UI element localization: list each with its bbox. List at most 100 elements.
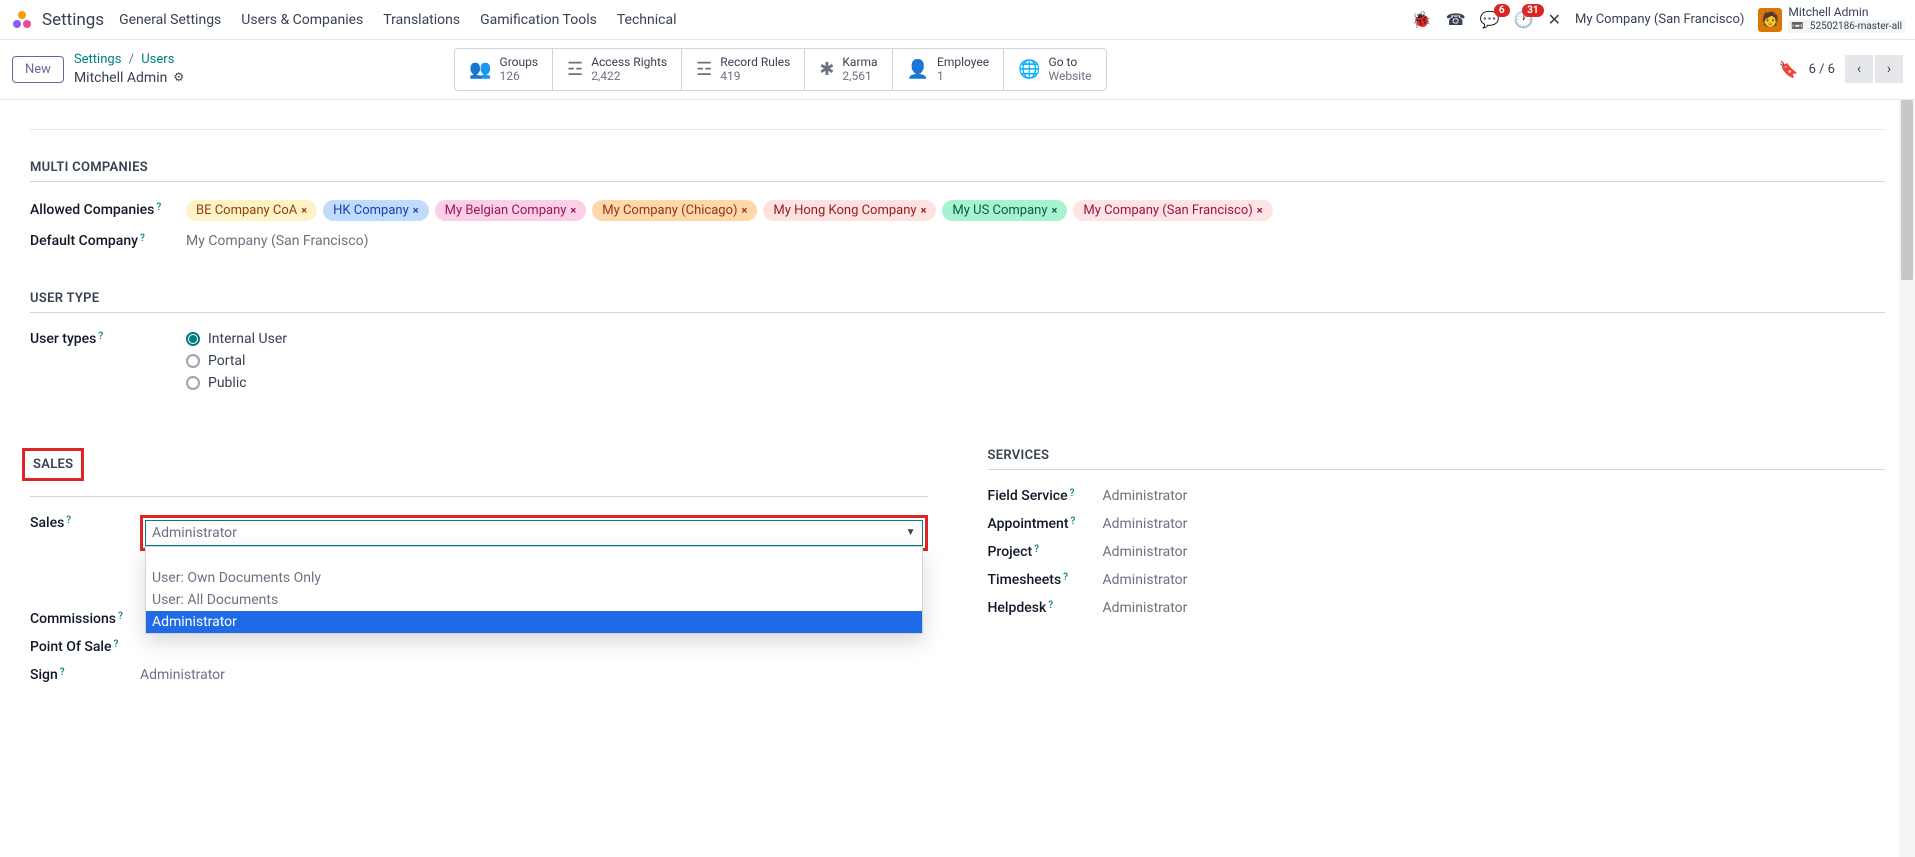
company-tag[interactable]: HK Company × (323, 200, 428, 221)
label-allowed-companies: Allowed Companies? (30, 202, 186, 218)
help-icon[interactable]: ? (60, 667, 65, 678)
section-sales: SALES (31, 453, 75, 476)
help-icon[interactable]: ? (1034, 544, 1039, 555)
pager-prev-button[interactable]: ‹ (1845, 55, 1873, 83)
close-icon[interactable]: × (742, 204, 748, 217)
company-tag[interactable]: My Company (Chicago) × (592, 200, 757, 221)
phone-icon[interactable]: ☎ (1446, 10, 1466, 29)
label-user-types: User types? (30, 331, 186, 347)
stat-label: Record Rules (720, 55, 790, 69)
nav-gamification[interactable]: Gamification Tools (480, 12, 597, 28)
nav-menu: General Settings Users & Companies Trans… (119, 12, 676, 28)
radio-icon (186, 332, 200, 346)
radio-option[interactable]: Portal (186, 353, 1885, 369)
user-menu[interactable]: 🧑 Mitchell Admin 📼 52502186-master-all (1758, 6, 1905, 32)
help-icon[interactable]: ? (1070, 488, 1075, 499)
stat-value: 126 (500, 69, 539, 83)
help-icon[interactable]: ? (66, 515, 71, 526)
close-icon[interactable]: × (301, 204, 307, 217)
company-tag[interactable]: My Company (San Francisco) × (1073, 200, 1272, 221)
app-logo-icon (10, 8, 34, 32)
help-icon[interactable]: ? (98, 331, 103, 342)
stat-button[interactable]: 👤Employee1 (893, 49, 1005, 90)
stat-icon: 🌐 (1018, 59, 1040, 80)
sales-header-highlight: SALES (22, 448, 84, 481)
pager-next-button[interactable]: › (1875, 55, 1903, 83)
stat-button[interactable]: ✱Karma2,561 (805, 49, 892, 90)
sales-dropdown-highlight: Administrator ▼ User: Own Documents Only… (140, 515, 928, 551)
helpdesk-value[interactable]: Administrator (1103, 600, 1886, 616)
avatar-icon: 🧑 (1758, 8, 1782, 32)
dropdown-option[interactable] (146, 547, 922, 567)
nav-technical[interactable]: Technical (617, 12, 677, 28)
dropdown-option[interactable]: User: All Documents (146, 589, 922, 611)
stat-icon: ☲ (567, 59, 583, 80)
radio-option[interactable]: Public (186, 375, 1885, 391)
company-tag[interactable]: My US Company × (942, 200, 1067, 221)
dropdown-option[interactable]: User: Own Documents Only (146, 567, 922, 589)
close-icon[interactable]: × (921, 204, 927, 217)
project-value[interactable]: Administrator (1103, 544, 1886, 560)
help-icon[interactable]: ? (1048, 600, 1053, 611)
help-icon[interactable]: ? (1071, 516, 1076, 527)
bug-icon[interactable]: 🐞 (1412, 10, 1432, 29)
company-selector[interactable]: My Company (San Francisco) (1575, 12, 1744, 27)
label-project: Project? (988, 544, 1103, 560)
stat-button[interactable]: 👥Groups126 (455, 49, 553, 90)
allowed-companies-tags[interactable]: BE Company CoA × HK Company × My Belgian C… (186, 200, 1885, 221)
label-timesheets: Timesheets? (988, 572, 1103, 588)
dropdown-option[interactable]: Administrator (146, 611, 922, 633)
messages-icon[interactable]: 💬6 (1480, 10, 1500, 29)
company-tag[interactable]: BE Company CoA × (186, 200, 317, 221)
stat-button[interactable]: 🌐Go toWebsite (1004, 49, 1105, 90)
help-icon[interactable]: ? (118, 611, 123, 622)
content-area: MULTI COMPANIES Allowed Companies? BE Co… (0, 100, 1915, 715)
field-service-value[interactable]: Administrator (1103, 488, 1886, 504)
breadcrumb-settings[interactable]: Settings (74, 52, 121, 67)
scrollbar[interactable] (1899, 100, 1915, 857)
appointment-value[interactable]: Administrator (1103, 516, 1886, 532)
tools-icon[interactable]: ✕ (1548, 10, 1561, 29)
sign-value[interactable]: Administrator (140, 667, 928, 683)
default-company-value[interactable]: My Company (San Francisco) (186, 233, 1885, 249)
section-services: SERVICES (988, 448, 1886, 470)
nav-users-companies[interactable]: Users & Companies (241, 12, 363, 28)
help-icon[interactable]: ? (140, 233, 145, 244)
label-helpdesk: Helpdesk? (988, 600, 1103, 616)
stat-buttons: 👥Groups126☲Access Rights2,422☲Record Rul… (454, 48, 1106, 91)
nav-translations[interactable]: Translations (383, 12, 460, 28)
help-icon[interactable]: ? (1063, 572, 1068, 583)
help-icon[interactable]: ? (113, 639, 118, 650)
stat-button[interactable]: ☲Record Rules419 (682, 49, 805, 90)
help-icon[interactable]: ? (156, 202, 161, 213)
stat-label: Go to (1049, 55, 1092, 69)
gear-icon[interactable]: ⚙ (173, 70, 184, 86)
section-multi-companies: MULTI COMPANIES (30, 160, 1885, 182)
subheader: New Settings / Users Mitchell Admin ⚙ 👥G… (0, 40, 1915, 100)
close-icon[interactable]: × (413, 204, 419, 217)
radio-label: Internal User (208, 331, 287, 347)
stat-icon: 👤 (907, 59, 929, 80)
user-db: 📼 52502186-master-all (1788, 20, 1905, 33)
close-icon[interactable]: × (570, 204, 576, 217)
stat-button[interactable]: ☲Access Rights2,422 (553, 49, 682, 90)
radio-label: Portal (208, 353, 245, 369)
sales-select-input[interactable]: Administrator ▼ (145, 520, 923, 546)
app-name[interactable]: Settings (42, 10, 104, 30)
breadcrumb: Settings / Users (74, 52, 184, 69)
sales-dropdown[interactable]: Administrator ▼ User: Own Documents Only… (145, 520, 923, 546)
scrollbar-thumb[interactable] (1901, 100, 1913, 280)
timesheets-value[interactable]: Administrator (1103, 572, 1886, 588)
stat-label: Employee (937, 55, 989, 69)
close-icon[interactable]: × (1052, 204, 1058, 217)
nav-general-settings[interactable]: General Settings (119, 12, 221, 28)
breadcrumb-users[interactable]: Users (141, 52, 174, 67)
activities-icon[interactable]: 🕐31 (1514, 10, 1534, 29)
stat-label: Karma (842, 55, 877, 69)
radio-option[interactable]: Internal User (186, 331, 1885, 347)
company-tag[interactable]: My Belgian Company × (435, 200, 587, 221)
close-icon[interactable]: × (1257, 204, 1263, 217)
bookmark-icon[interactable]: 🔖 (1779, 60, 1799, 79)
new-button[interactable]: New (12, 56, 64, 83)
company-tag[interactable]: My Hong Kong Company × (763, 200, 936, 221)
